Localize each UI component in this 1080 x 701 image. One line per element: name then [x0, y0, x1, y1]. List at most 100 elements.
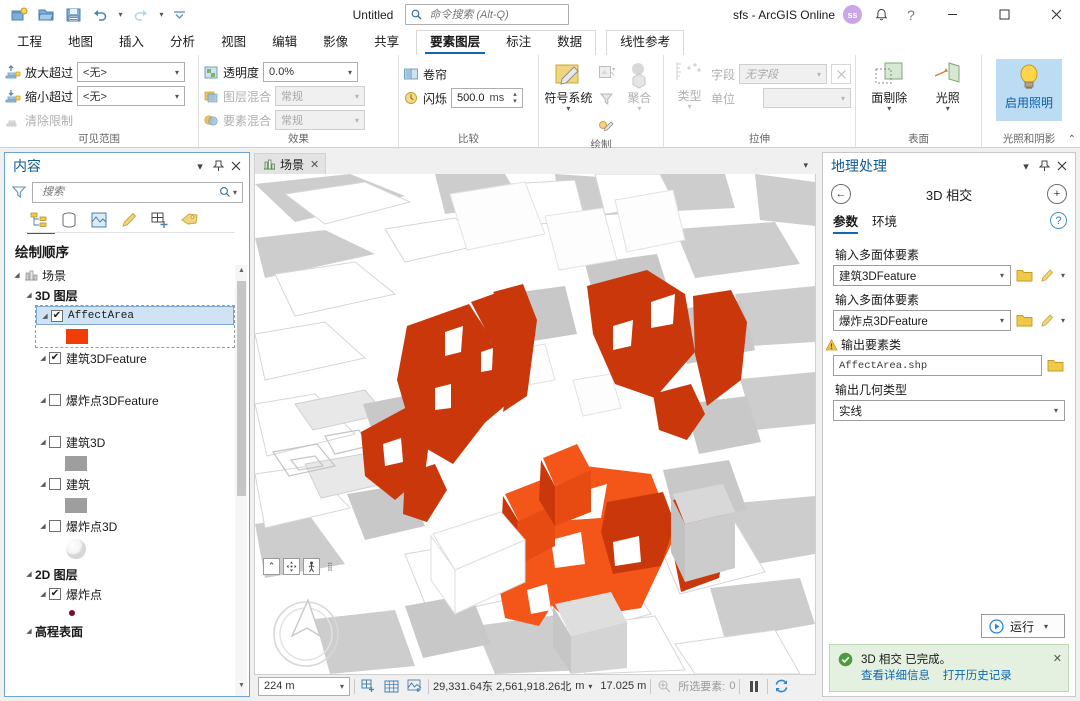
undo-icon[interactable] [87, 3, 113, 27]
zoom-out-beyond-icon[interactable] [4, 89, 21, 104]
ribbon-tab-insert[interactable]: 插入 [106, 30, 157, 55]
scene-canvas[interactable]: ⌃ ⣿ [254, 174, 816, 675]
pencil-icon[interactable] [1038, 311, 1057, 330]
command-search[interactable] [405, 4, 570, 25]
avatar[interactable]: ss [843, 5, 862, 24]
pencil-icon[interactable] [1038, 266, 1057, 285]
folder-icon[interactable] [1015, 311, 1034, 330]
maximize-button[interactable] [982, 0, 1026, 29]
tree-item-blastpoint3dfeature[interactable]: ◢ 爆炸点3DFeature [7, 390, 249, 410]
tree-item-affectarea[interactable]: ◢ ✔ AffectArea [36, 306, 234, 325]
chevron-expand-icon[interactable]: ◢ [39, 312, 51, 320]
back-arrow-icon[interactable]: ← [831, 184, 851, 204]
chevron-down-icon[interactable]: ▾ [1050, 406, 1062, 415]
ribbon-tab-feature-layer[interactable]: 要素图层 [417, 30, 493, 55]
close-icon[interactable] [227, 156, 245, 176]
chevron-expand-icon[interactable]: ◢ [11, 271, 23, 279]
run-button[interactable]: 运行 ▾ [981, 614, 1065, 638]
layer-checkbox-building3dfeature[interactable]: ✔ [49, 352, 61, 364]
symbol-swatch-blastpoint3d[interactable] [63, 537, 89, 564]
geoprocessing-tab-environments[interactable]: 环境 [872, 211, 897, 234]
up-chevron-icon[interactable]: ⌃ [263, 558, 280, 575]
ribbon-tab-view[interactable]: 视图 [208, 30, 259, 55]
contents-scroll-thumb[interactable] [237, 281, 246, 496]
plus-icon[interactable]: + [1047, 184, 1067, 204]
contents-search-input[interactable] [40, 185, 219, 199]
walk-mode-icon[interactable] [303, 558, 320, 575]
layer-checkbox-building3d[interactable] [49, 436, 61, 448]
list-by-editing-icon[interactable] [117, 208, 141, 232]
symbol-swatch-affectarea[interactable] [66, 328, 88, 344]
layer-checkbox-blastpoint3dfeature[interactable] [49, 394, 61, 406]
chevron-expand-icon[interactable]: ◢ [37, 480, 49, 488]
feature-blend-combo[interactable]: 常规 ▾ [275, 110, 366, 130]
scale-combo[interactable]: 224 m ▾ [258, 676, 350, 696]
table-icon[interactable] [382, 677, 401, 696]
symbol-swatch-building[interactable] [65, 497, 87, 513]
tree-item-building[interactable]: ◢ 建筑 [7, 474, 249, 494]
navigator-compass[interactable] [267, 592, 345, 671]
pan-icon[interactable] [283, 558, 300, 575]
folder-icon[interactable] [1046, 356, 1065, 375]
chevron-expand-icon[interactable]: ◢ [37, 438, 49, 446]
chevron-expand-icon[interactable]: ◢ [23, 627, 35, 635]
zoom-in-beyond-icon[interactable] [4, 64, 21, 80]
output-geometry-type-combo[interactable]: 实线 ▾ [833, 400, 1065, 421]
symbol-swatch-blastpoint[interactable] [69, 609, 75, 616]
layer-checkbox-blastpoint3d[interactable] [49, 520, 61, 532]
list-by-data-source-icon[interactable] [57, 208, 81, 232]
ribbon-tab-imagery[interactable]: 影像 [310, 30, 361, 55]
chevron-down-icon[interactable]: ▾ [1040, 622, 1048, 631]
chevron-expand-icon[interactable]: ◢ [37, 354, 49, 362]
output-feature-class-input[interactable]: AffectArea.shp [833, 355, 1042, 376]
navigator-compass-icon[interactable] [267, 592, 345, 668]
tree-group-3d-layers[interactable]: ◢ 3D 图层 [7, 285, 249, 305]
toast-view-details-link[interactable]: 查看详细信息 [861, 670, 930, 682]
pause-drawing-icon[interactable] [744, 677, 763, 696]
swipe-icon[interactable] [403, 67, 419, 81]
symbol-swatch-blastpoint3dfeature[interactable] [65, 413, 87, 429]
chevron-down-icon[interactable]: ▾ [337, 682, 347, 691]
layer-blend-combo[interactable]: 常规 ▾ [275, 86, 366, 106]
folder-icon[interactable] [1015, 266, 1034, 285]
extrusion-unit-combo[interactable]: ▾ [763, 88, 851, 108]
bell-icon[interactable] [870, 4, 892, 26]
symbol-swatch-building3dfeature[interactable] [65, 371, 87, 387]
chevron-down-icon[interactable]: ▾ [588, 682, 592, 691]
chevron-down-icon[interactable]: ▾ [996, 271, 1008, 280]
extrusion-field-combo[interactable]: 无字段 ▾ [739, 64, 827, 84]
redo-dropdown-icon[interactable]: ▾ [155, 3, 168, 27]
chevron-expand-icon[interactable]: ◢ [37, 396, 49, 404]
tree-group-elevation-surfaces[interactable]: ◢ 高程表面 [7, 621, 249, 641]
flash-duration-input[interactable]: 500.0 ms ▴ ▾ [451, 88, 524, 108]
close-button[interactable] [1034, 0, 1078, 29]
search-options-chevron-icon[interactable]: ▾ [231, 188, 239, 197]
scroll-up-icon[interactable]: ▲ [236, 267, 247, 279]
lighting-button[interactable]: 光照 ▾ [919, 58, 978, 113]
list-by-snapping-icon[interactable] [147, 208, 171, 232]
chevron-expand-icon[interactable]: ◢ [23, 291, 35, 299]
minimize-button[interactable] [930, 0, 974, 29]
face-culling-button[interactable]: 面剔除 ▾ [860, 58, 919, 113]
transparency-icon[interactable] [203, 65, 219, 80]
ribbon-tab-project[interactable]: 工程 [4, 30, 55, 55]
chevron-down-icon[interactable]: ▾ [996, 316, 1008, 325]
list-by-labeling-icon[interactable] [177, 208, 201, 232]
tree-item-blastpoint[interactable]: ◢ ✔ 爆炸点 [7, 584, 249, 604]
contents-scrollbar[interactable]: ▲ ▼ [235, 265, 247, 696]
question-icon[interactable]: ? [900, 4, 922, 26]
tree-item-blastpoint3d[interactable]: ◢ 爆炸点3D [7, 516, 249, 536]
chevron-down-icon[interactable]: ▾ [191, 156, 209, 176]
tree-group-2d-layers[interactable]: ◢ 2D 图层 [7, 564, 249, 584]
command-search-input[interactable] [427, 7, 564, 22]
symbol-swatch-building3d[interactable] [65, 455, 87, 471]
pin-icon[interactable] [1035, 156, 1053, 176]
customize-qat-icon[interactable] [169, 3, 189, 27]
chevron-expand-icon[interactable]: ◢ [37, 522, 49, 530]
view-tab-scene[interactable]: 场景 ✕ [254, 153, 327, 174]
search-icon[interactable] [219, 186, 231, 198]
chevron-down-icon[interactable]: ▾ [1061, 271, 1065, 280]
ribbon-tab-map[interactable]: 地图 [55, 30, 106, 55]
pin-icon[interactable] [209, 156, 227, 176]
layer-checkbox-building[interactable] [49, 478, 61, 490]
